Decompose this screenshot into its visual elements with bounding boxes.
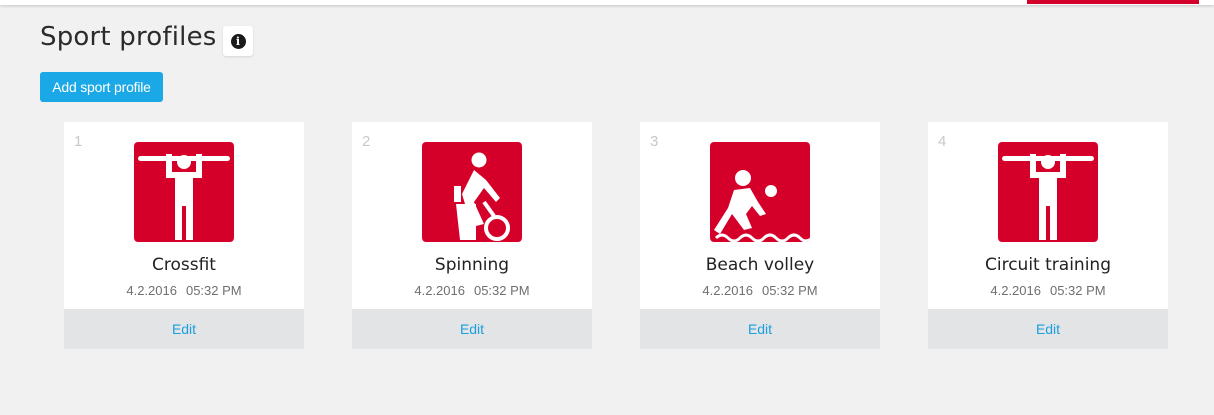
- modified-date: 4.2.2016 05:32 PM: [352, 283, 592, 298]
- add-sport-profile-button[interactable]: Add sport profile: [40, 72, 163, 102]
- sport-name: Circuit training: [985, 255, 1111, 275]
- time-value: 05:32 PM: [185, 283, 242, 298]
- active-tab-indicator: [1027, 0, 1199, 4]
- edit-link[interactable]: Edit: [64, 309, 304, 349]
- page-title: Sport profiles: [40, 22, 217, 52]
- time-value: 05:32 PM: [761, 283, 818, 298]
- card-footer: Edit: [64, 309, 304, 349]
- sport-profile-card: 3 Beach volley 4.2.2016 05:32 PM Edit: [640, 122, 880, 349]
- time-value: 05:32 PM: [1049, 283, 1106, 298]
- sport-profile-card: 1 Crossfit 4.2.2016 05:32 PM Edit: [64, 122, 304, 349]
- card-number: 1: [74, 133, 83, 150]
- modified-date: 4.2.2016 05:32 PM: [640, 283, 880, 298]
- sport-profile-card: 4 Circuit training 4.2.2016 05:32 PM Edit: [928, 122, 1168, 349]
- card-footer: Edit: [352, 309, 592, 349]
- date-value: 4.2.2016: [126, 283, 177, 298]
- date-value: 4.2.2016: [702, 283, 753, 298]
- sport-name: Spinning: [434, 255, 510, 275]
- modified-date: 4.2.2016 05:32 PM: [928, 283, 1168, 298]
- time-value: 05:32 PM: [473, 283, 530, 298]
- sport-name: Crossfit: [152, 255, 216, 275]
- date-value: 4.2.2016: [990, 283, 1041, 298]
- card-footer: Edit: [640, 309, 880, 349]
- modified-date: 4.2.2016 05:32 PM: [64, 283, 304, 298]
- card-number: 2: [362, 133, 371, 150]
- date-value: 4.2.2016: [414, 283, 465, 298]
- card-footer: Edit: [928, 309, 1168, 349]
- indoor-cycling-icon: [422, 142, 522, 242]
- info-circle-icon: i: [230, 33, 246, 49]
- edit-link[interactable]: Edit: [928, 309, 1168, 349]
- edit-link[interactable]: Edit: [352, 309, 592, 349]
- info-button[interactable]: i: [223, 26, 253, 56]
- card-number: 3: [650, 133, 659, 150]
- sport-profile-card: 2 Spinning 4.2.2016 05:32 PM Edit: [352, 122, 592, 349]
- sport-name: Beach volley: [705, 255, 815, 275]
- edit-link[interactable]: Edit: [640, 309, 880, 349]
- card-number: 4: [938, 133, 947, 150]
- pull-up-icon: [998, 142, 1098, 242]
- pull-up-icon: [134, 142, 234, 242]
- volleyball-icon: [710, 142, 810, 242]
